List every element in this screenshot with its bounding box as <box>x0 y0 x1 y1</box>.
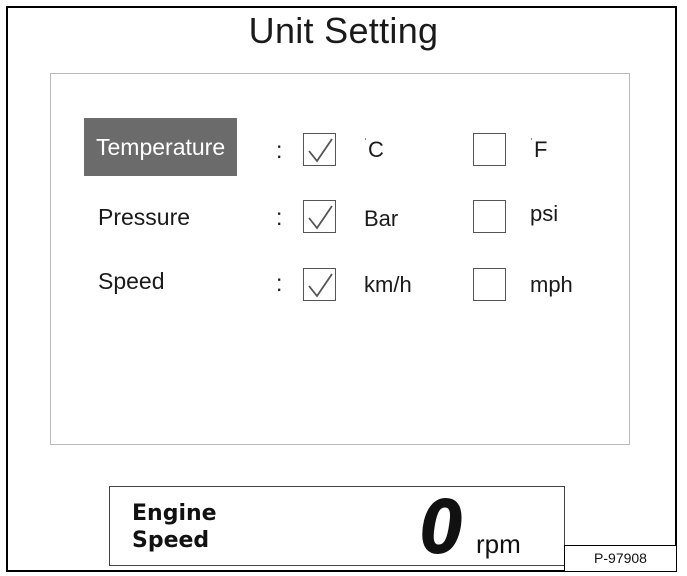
checkbox-mph[interactable] <box>473 268 506 301</box>
checkbox-bar[interactable] <box>303 200 336 233</box>
unit-option-fahrenheit: ˙F <box>530 136 548 162</box>
engine-speed-display: Engine Speed 0 rpm <box>109 485 565 571</box>
separator: : <box>276 270 283 296</box>
checkbox-fahrenheit[interactable] <box>473 133 506 166</box>
unit-option-bar: Bar <box>364 206 399 231</box>
engine-speed-label-line2: Speed <box>132 528 210 553</box>
setting-label-speed[interactable]: Speed <box>98 270 165 293</box>
separator: : <box>276 204 283 230</box>
setting-label-pressure[interactable]: Pressure <box>98 206 190 229</box>
figure-id-label: P-97908 <box>564 545 677 572</box>
unit-option-label: F <box>534 137 548 162</box>
degree-icon: ˙ <box>364 136 368 150</box>
unit-option-label: C <box>368 137 384 162</box>
engine-speed-label: Engine Speed <box>132 500 217 554</box>
checkmark-icon <box>308 205 333 230</box>
degree-icon: ˙ <box>530 136 534 150</box>
checkbox-celsius[interactable] <box>303 133 336 166</box>
checkmark-icon <box>308 138 333 163</box>
engine-speed-label-line1: Engine <box>132 501 217 526</box>
setting-label-temperature[interactable]: Temperature <box>84 118 238 176</box>
checkbox-psi[interactable] <box>473 200 506 233</box>
checkbox-kmh[interactable] <box>303 268 336 301</box>
unit-option-kmh: km/h <box>364 272 412 297</box>
checkmark-icon <box>308 273 333 298</box>
separator: : <box>276 137 283 163</box>
unit-option-mph: mph <box>530 272 573 297</box>
engine-speed-unit: rpm <box>476 529 521 559</box>
unit-option-psi: psi <box>530 201 559 226</box>
page-title: Unit Setting <box>248 10 439 51</box>
engine-speed-value: 0 <box>420 485 464 571</box>
unit-option-celsius: ˙C <box>364 136 384 162</box>
